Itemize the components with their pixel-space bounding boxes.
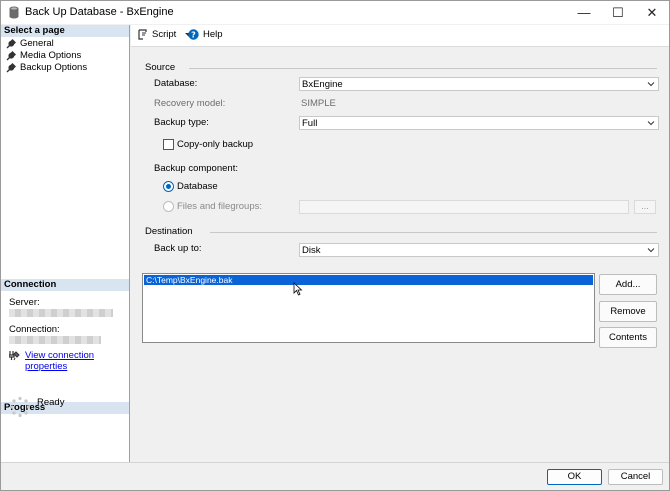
- script-label: Script: [152, 29, 177, 40]
- component-database-label[interactable]: Database: [177, 181, 218, 192]
- page-item-general[interactable]: General: [6, 38, 54, 50]
- ok-button[interactable]: OK: [547, 469, 602, 485]
- view-connection-properties-link[interactable]: View connection properties: [25, 350, 129, 372]
- progress-status: Ready: [37, 397, 65, 408]
- connection-label: Connection:: [9, 324, 60, 335]
- chevron-down-icon: [647, 82, 655, 87]
- help-button[interactable]: ? Help: [188, 29, 223, 40]
- page-item-label: General: [20, 38, 54, 49]
- component-database-radio[interactable]: [163, 181, 174, 192]
- source-divider: [189, 68, 657, 69]
- left-pane: Select a page General Media Options Back…: [1, 25, 130, 462]
- database-icon: [9, 6, 19, 19]
- backup-type-combo[interactable]: Full: [299, 116, 659, 130]
- help-label: Help: [203, 29, 223, 40]
- copy-only-label[interactable]: Copy-only backup: [177, 139, 253, 150]
- list-item[interactable]: C:\Temp\BxEngine.bak: [144, 275, 593, 285]
- connection-header: Connection: [1, 279, 129, 291]
- add-button[interactable]: Add...: [599, 274, 657, 295]
- server-value-redacted: [9, 309, 113, 317]
- back-up-to-label: Back up to:: [154, 243, 202, 254]
- chevron-down-icon: [647, 121, 655, 126]
- general-page: Source Database: BxEngine Recovery model…: [131, 48, 669, 462]
- progress-spinner-icon: [9, 396, 31, 418]
- chevron-down-icon: [647, 248, 655, 253]
- filegroups-browse-button: ...: [634, 200, 656, 214]
- page-item-label: Media Options: [20, 50, 82, 61]
- backup-type-label: Backup type:: [154, 117, 209, 128]
- dialog-footer: OK Cancel: [1, 462, 669, 490]
- svg-text:?: ?: [191, 31, 196, 40]
- minimize-button[interactable]: —: [567, 1, 601, 24]
- contents-button[interactable]: Contents: [599, 327, 657, 348]
- backup-type-value: Full: [302, 118, 318, 129]
- mouse-cursor-icon: [293, 282, 303, 296]
- wrench-icon: [6, 39, 16, 49]
- source-group-label: Source: [145, 62, 176, 73]
- connection-properties-icon: [9, 351, 20, 361]
- destination-group-label: Destination: [145, 226, 193, 237]
- wrench-icon: [6, 51, 16, 61]
- recovery-model-label: Recovery model:: [154, 98, 226, 109]
- wrench-icon: [6, 63, 16, 73]
- back-up-to-value: Disk: [302, 245, 321, 256]
- page-item-backup-options[interactable]: Backup Options: [6, 62, 87, 74]
- database-combo[interactable]: BxEngine: [299, 77, 659, 91]
- component-files-label: Files and filegroups:: [177, 201, 263, 212]
- destination-divider: [210, 232, 657, 233]
- backup-database-dialog: Back Up Database - BxEngine — ☐ ✕ Select…: [0, 0, 670, 491]
- toolbar: Script ? Help: [131, 25, 669, 47]
- server-label: Server:: [9, 297, 40, 308]
- page-item-media-options[interactable]: Media Options: [6, 50, 81, 62]
- title-bar[interactable]: Back Up Database - BxEngine — ☐ ✕: [1, 1, 669, 24]
- filegroups-field: [299, 200, 629, 214]
- back-up-to-combo[interactable]: Disk: [299, 243, 659, 257]
- cancel-button[interactable]: Cancel: [608, 469, 663, 485]
- page-item-label: Backup Options: [20, 62, 88, 73]
- remove-button[interactable]: Remove: [599, 301, 657, 322]
- close-button[interactable]: ✕: [635, 1, 669, 24]
- script-icon: [138, 29, 147, 40]
- window-title: Back Up Database - BxEngine: [25, 6, 174, 18]
- component-files-radio: [163, 201, 174, 212]
- backup-component-label: Backup component:: [154, 163, 238, 174]
- help-icon: ?: [188, 29, 199, 40]
- recovery-model-value: SIMPLE: [301, 98, 336, 109]
- backup-destination-list[interactable]: C:\Temp\BxEngine.bak: [142, 273, 595, 343]
- database-value: BxEngine: [302, 79, 343, 90]
- copy-only-checkbox[interactable]: [163, 139, 174, 150]
- database-label: Database:: [154, 78, 198, 89]
- maximize-button[interactable]: ☐: [601, 1, 635, 24]
- select-page-header: Select a page: [1, 25, 129, 37]
- connection-value-redacted: [9, 336, 101, 344]
